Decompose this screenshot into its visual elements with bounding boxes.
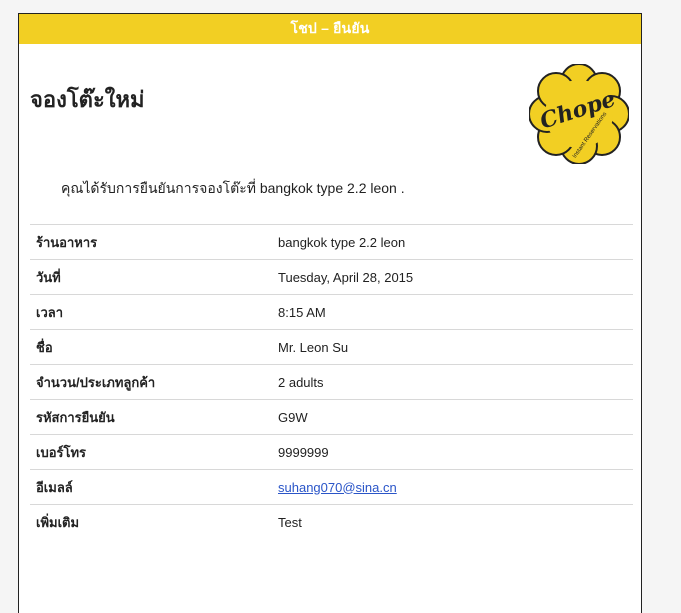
detail-row: ชื่อ Mr. Leon Su [30, 329, 633, 365]
detail-value: Tuesday, April 28, 2015 [274, 259, 633, 295]
detail-label: เบอร์โทร [30, 434, 274, 470]
detail-row: วันที่ Tuesday, April 28, 2015 [30, 259, 633, 295]
email-card: โชป – ยืนยัน จองโต๊ะใหม่ Chope Instant R… [18, 13, 642, 613]
detail-value: 2 adults [274, 364, 633, 400]
reservation-details: ร้านอาหาร bangkok type 2.2 leon วันที่ Tues… [30, 224, 633, 540]
header-title: โชป – ยืนยัน [290, 20, 370, 36]
detail-label: จำนวน/ประเภทลูกค้า [30, 364, 274, 400]
detail-label: อีเมลล์ [30, 469, 274, 505]
chope-logo: Chope Instant Reservations [529, 64, 629, 164]
detail-value: Mr. Leon Su [274, 329, 633, 365]
detail-row: ร้านอาหาร bangkok type 2.2 leon [30, 224, 633, 260]
detail-row: อีเมลล์ suhang070@sina.cn [30, 469, 633, 505]
detail-row: เวลา 8:15 AM [30, 294, 633, 330]
detail-label: ร้านอาหาร [30, 224, 274, 260]
detail-value: 9999999 [274, 434, 633, 470]
page-title: จองโต๊ะใหม่ [30, 87, 145, 112]
detail-row: จำนวน/ประเภทลูกค้า 2 adults [30, 364, 633, 400]
detail-label: เพิ่มเติม [30, 504, 274, 540]
detail-label: ชื่อ [30, 329, 274, 365]
detail-label: วันที่ [30, 259, 274, 295]
intro-text: คุณได้รับการยืนยันการจองโต๊ะที่ bangkok … [61, 180, 405, 196]
detail-value: Test [274, 504, 633, 540]
detail-value: 8:15 AM [274, 294, 633, 330]
detail-value: bangkok type 2.2 leon [274, 224, 633, 260]
detail-label: รหัสการยืนยัน [30, 399, 274, 435]
detail-value: G9W [274, 399, 633, 435]
detail-row: เพิ่มเติม Test [30, 504, 633, 540]
detail-value: suhang070@sina.cn [274, 469, 633, 505]
detail-label: เวลา [30, 294, 274, 330]
detail-row: รหัสการยืนยัน G9W [30, 399, 633, 435]
header-bar: โชป – ยืนยัน [19, 14, 641, 44]
detail-row: เบอร์โทร 9999999 [30, 434, 633, 470]
email-link[interactable]: suhang070@sina.cn [278, 480, 397, 495]
